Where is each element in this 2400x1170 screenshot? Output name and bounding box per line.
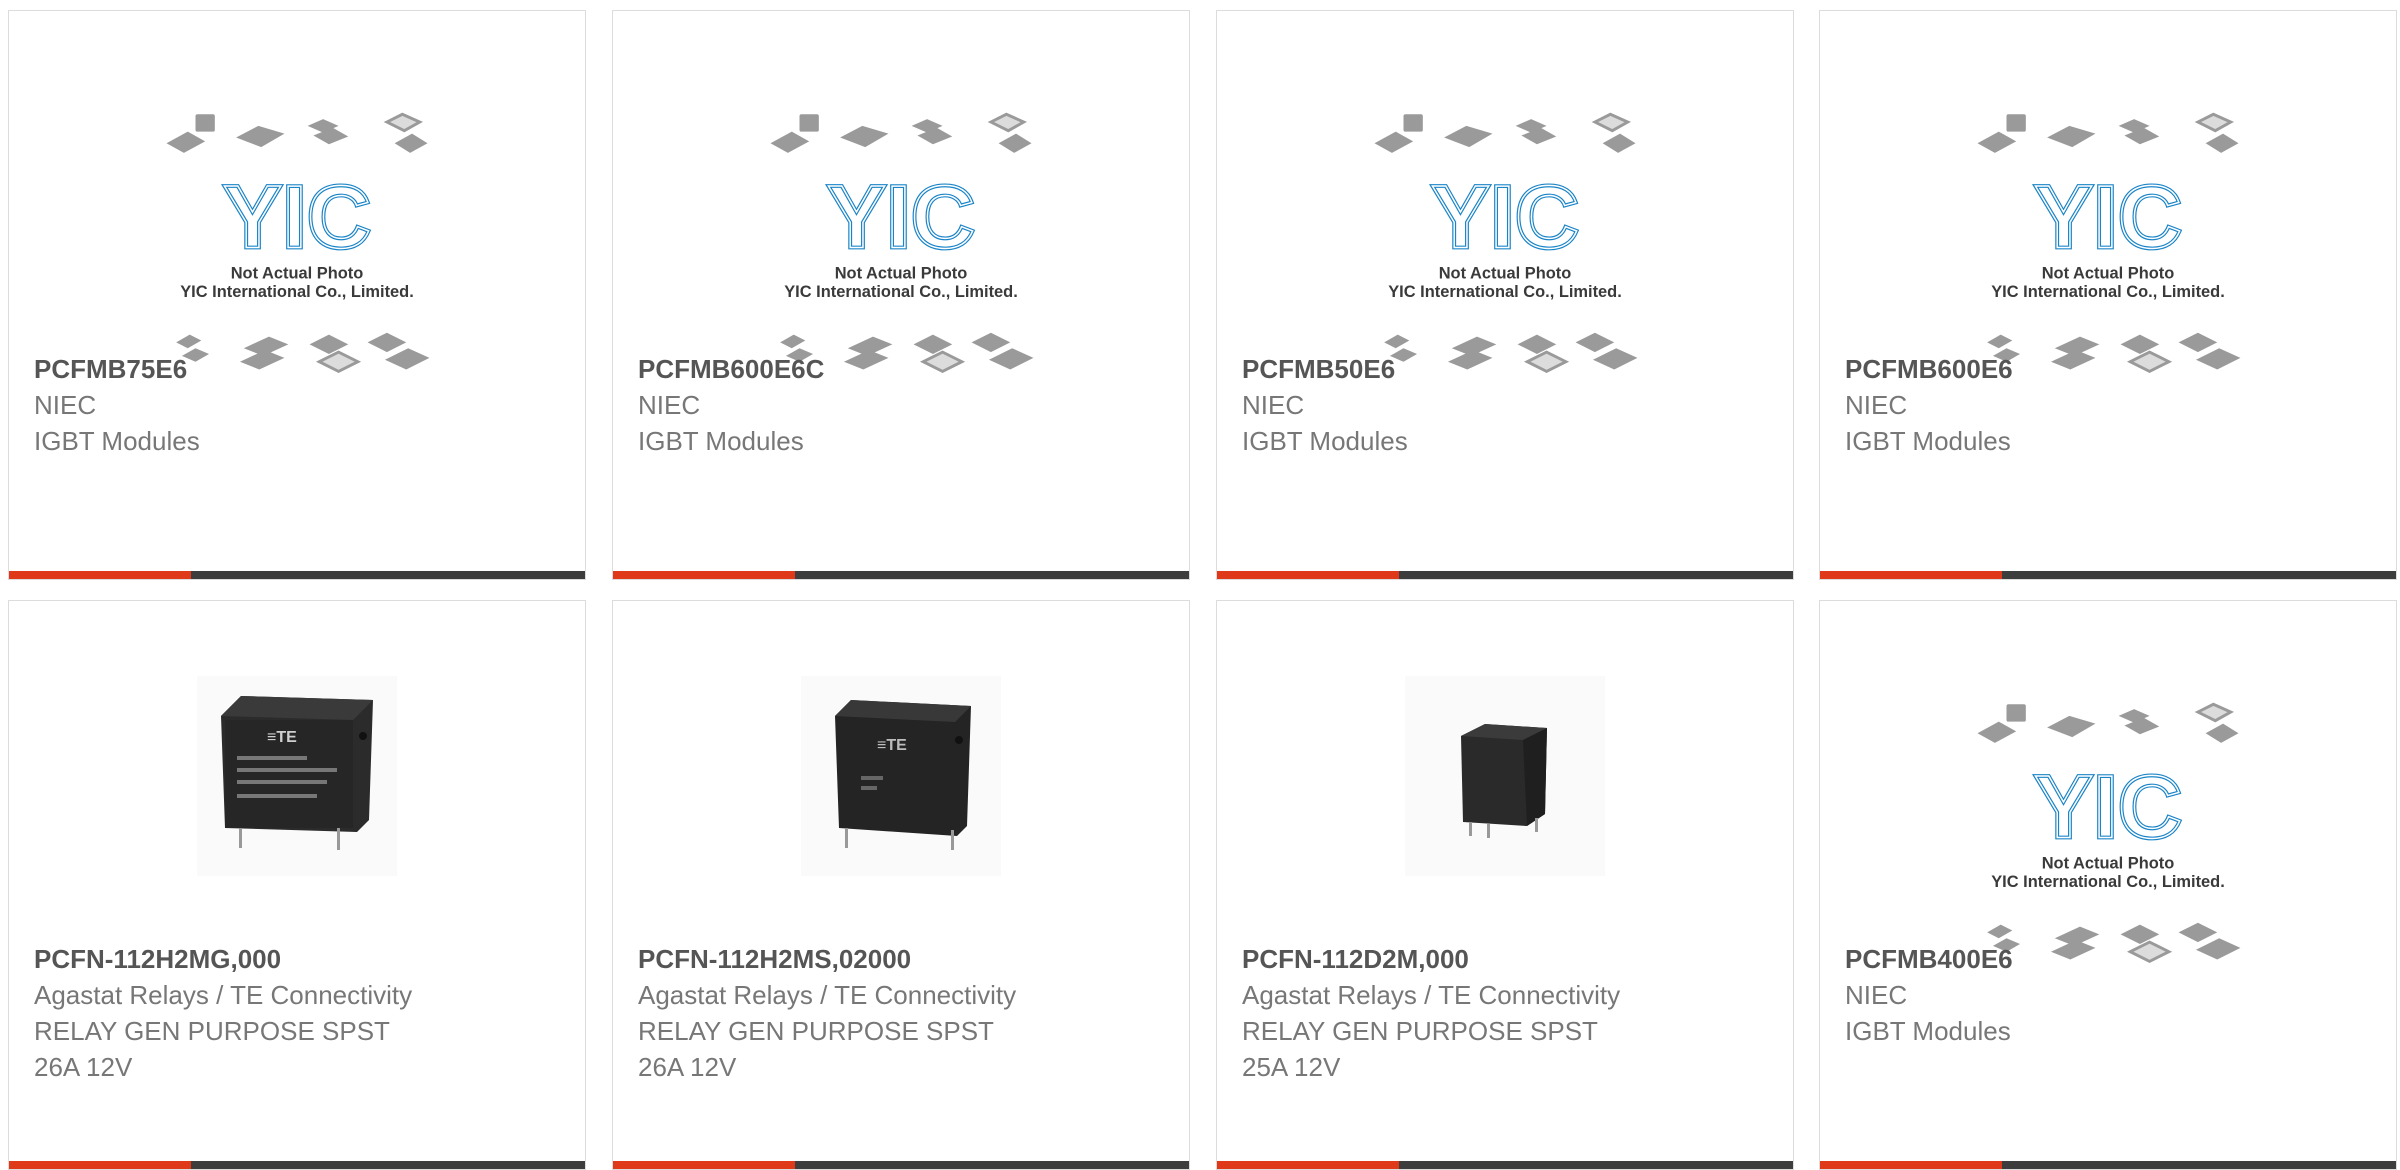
- product-info: PCFN-112H2MS,02000 Agastat Relays / TE Co…: [638, 941, 1169, 1085]
- card-accent-bar: [613, 1161, 795, 1169]
- relay-image: ≡TE: [801, 676, 1001, 876]
- product-description: RELAY GEN PURPOSE SPST: [1242, 1016, 1598, 1046]
- card-accent-bar: [1820, 1161, 2002, 1169]
- product-info: PCFMB50E6 NIEC IGBT Modules: [1242, 351, 1773, 459]
- svg-text:YIC: YIC: [2034, 757, 2182, 857]
- placeholder-caption-2: YIC International Co., Limited.: [784, 283, 1018, 301]
- product-thumbnail[interactable]: YIC YIC Not Actual Photo YIC Internation…: [1360, 93, 1650, 388]
- product-description: IGBT Modules: [1845, 1016, 2011, 1046]
- card-accent-bar: [1217, 1161, 1399, 1169]
- placeholder-caption-2: YIC International Co., Limited.: [1388, 283, 1622, 301]
- product-description: 25A 12V: [1242, 1052, 1341, 1082]
- product-description: IGBT Modules: [1845, 426, 2011, 456]
- product-thumbnail[interactable]: YIC YIC Not Actual Photo YIC Internation…: [1963, 93, 2253, 388]
- manufacturer: NIEC: [1845, 390, 1908, 420]
- placeholder-caption-1: Not Actual Photo: [231, 265, 364, 283]
- product-description: IGBT Modules: [1242, 426, 1408, 456]
- svg-text:≡TE: ≡TE: [267, 729, 297, 746]
- part-number-link[interactable]: PCFMB400E6: [1845, 941, 2376, 977]
- product-description: RELAY GEN PURPOSE SPST: [638, 1016, 994, 1046]
- product-thumbnail[interactable]: YIC YIC Not Actual Photo YIC Internation…: [1963, 683, 2253, 978]
- card-bottom-bar: [9, 1161, 585, 1169]
- part-number-link[interactable]: PCFMB50E6: [1242, 351, 1773, 387]
- product-info: PCFMB600E6 NIEC IGBT Modules: [1845, 351, 2376, 459]
- relay-image: ≡TE: [197, 676, 397, 876]
- part-number-link[interactable]: PCFN-112D2M,000: [1242, 941, 1773, 977]
- placeholder-image: YIC YIC Not Actual Photo YIC Internation…: [770, 112, 1034, 374]
- product-card[interactable]: YIC YIC Not Actual Photo YIC Internation…: [1819, 10, 2397, 580]
- product-info: PCFN-112H2MG,000 Agastat Relays / TE Conn…: [34, 941, 565, 1085]
- placeholder-caption-1: Not Actual Photo: [835, 265, 968, 283]
- product-thumbnail[interactable]: [1405, 676, 1605, 881]
- manufacturer: Agastat Relays / TE Connectivity: [638, 980, 1017, 1010]
- product-grid: YIC YIC Not Actual Photo YIC Internation…: [0, 0, 2400, 1170]
- placeholder-caption-1: Not Actual Photo: [1439, 265, 1572, 283]
- card-accent-bar: [1820, 571, 2002, 579]
- card-bottom-bar: [1820, 571, 2396, 579]
- placeholder-image: YIC YIC Not Actual Photo YIC Internation…: [1977, 702, 2241, 964]
- product-thumbnail[interactable]: ≡TE: [197, 676, 397, 881]
- card-accent-bar: [9, 571, 191, 579]
- part-number-link[interactable]: PCFMB600E6C: [638, 351, 1169, 387]
- product-card[interactable]: YIC YIC Not Actual Photo YIC Internation…: [1216, 10, 1794, 580]
- manufacturer: NIEC: [1845, 980, 1908, 1010]
- product-info: PCFN-112D2M,000 Agastat Relays / TE Conne…: [1242, 941, 1773, 1085]
- product-thumbnail[interactable]: ≡TE: [801, 676, 1001, 881]
- product-card[interactable]: YIC YIC Not Actual Photo YIC Internation…: [8, 10, 586, 580]
- svg-text:YIC: YIC: [827, 167, 975, 267]
- card-bottom-bar: [613, 571, 1189, 579]
- product-card[interactable]: YIC YIC Not Actual Photo YIC Internation…: [1819, 600, 2397, 1170]
- product-thumbnail[interactable]: YIC YIC Not Actual Photo YIC Internation…: [756, 93, 1046, 388]
- product-card[interactable]: ≡TE PCFN-112H2MS,02000 Agastat Relays / T…: [612, 600, 1190, 1170]
- product-info: PCFMB600E6C NIEC IGBT Modules: [638, 351, 1169, 459]
- product-card[interactable]: PCFN-112D2M,000 Agastat Relays / TE Conne…: [1216, 600, 1794, 1170]
- card-bottom-bar: [613, 1161, 1189, 1169]
- product-thumbnail[interactable]: YIC YIC Not Actual Photo YIC Internation…: [152, 93, 442, 388]
- product-description: IGBT Modules: [34, 426, 200, 456]
- manufacturer: NIEC: [1242, 390, 1305, 420]
- placeholder-image: YIC YIC Not Actual Photo YIC Internation…: [1374, 112, 1638, 374]
- product-description: RELAY GEN PURPOSE SPST: [34, 1016, 390, 1046]
- placeholder-caption-1: Not Actual Photo: [2042, 265, 2175, 283]
- part-number-link[interactable]: PCFMB600E6: [1845, 351, 2376, 387]
- part-number-link[interactable]: PCFN-112H2MG,000: [34, 941, 565, 977]
- part-number-link[interactable]: PCFN-112H2MS,02000: [638, 941, 1169, 977]
- manufacturer: NIEC: [638, 390, 701, 420]
- svg-text:YIC: YIC: [223, 167, 371, 267]
- product-info: PCFMB75E6 NIEC IGBT Modules: [34, 351, 565, 459]
- placeholder-caption-1: Not Actual Photo: [2042, 855, 2175, 873]
- card-bottom-bar: [1820, 1161, 2396, 1169]
- card-bottom-bar: [9, 571, 585, 579]
- card-bottom-bar: [1217, 571, 1793, 579]
- product-description: 26A 12V: [638, 1052, 737, 1082]
- relay-image: [1405, 676, 1605, 876]
- placeholder-caption-2: YIC International Co., Limited.: [1991, 283, 2225, 301]
- card-accent-bar: [613, 571, 795, 579]
- manufacturer: NIEC: [34, 390, 97, 420]
- placeholder-image: YIC YIC Not Actual Photo YIC Internation…: [1977, 112, 2241, 374]
- placeholder-caption-2: YIC International Co., Limited.: [1991, 873, 2225, 891]
- card-accent-bar: [1217, 571, 1399, 579]
- part-number-link[interactable]: PCFMB75E6: [34, 351, 565, 387]
- placeholder-caption-2: YIC International Co., Limited.: [180, 283, 414, 301]
- product-description: 26A 12V: [34, 1052, 133, 1082]
- product-card[interactable]: ≡TE PCFN-112H2MG,000 Agastat Relays / TE …: [8, 600, 586, 1170]
- placeholder-image: YIC YIC Not Actual Photo YIC Internation…: [166, 112, 430, 374]
- svg-text:YIC: YIC: [2034, 167, 2182, 267]
- card-accent-bar: [9, 1161, 191, 1169]
- product-info: PCFMB400E6 NIEC IGBT Modules: [1845, 941, 2376, 1049]
- card-bottom-bar: [1217, 1161, 1793, 1169]
- product-description: IGBT Modules: [638, 426, 804, 456]
- svg-text:YIC: YIC: [1431, 167, 1579, 267]
- svg-text:≡TE: ≡TE: [877, 737, 907, 754]
- product-card[interactable]: YIC YIC Not Actual Photo YIC Internation…: [612, 10, 1190, 580]
- manufacturer: Agastat Relays / TE Connectivity: [1242, 980, 1621, 1010]
- manufacturer: Agastat Relays / TE Connectivity: [34, 980, 413, 1010]
